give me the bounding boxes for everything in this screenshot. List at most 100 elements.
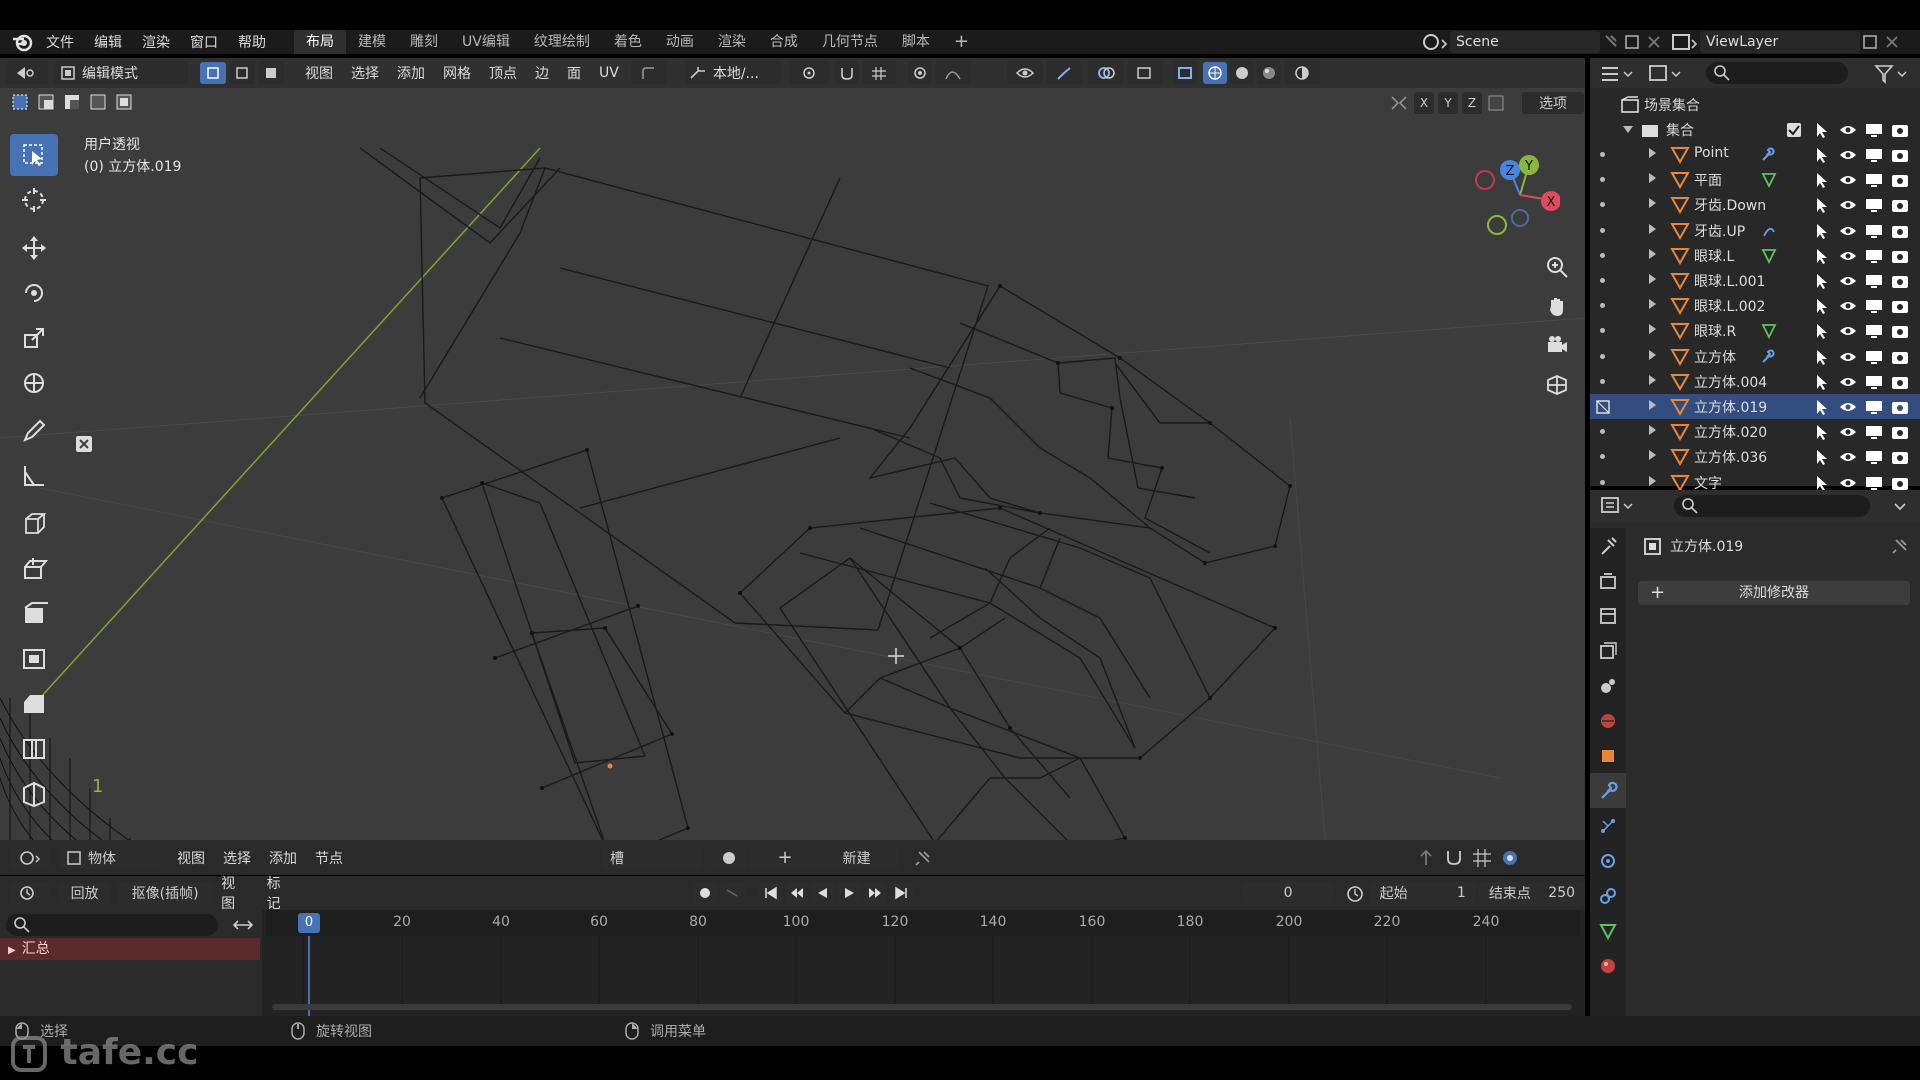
- keying-menu[interactable]: 抠像(插帧): [118, 882, 213, 904]
- menu-vertex[interactable]: 顶点: [480, 63, 526, 83]
- eye-icon[interactable]: [1838, 247, 1858, 265]
- menu-add[interactable]: 添加: [388, 63, 434, 83]
- outliner-object-row[interactable]: Point: [1590, 142, 1920, 167]
- tab-rendering[interactable]: 渲染: [706, 30, 758, 54]
- select-box-tool[interactable]: [10, 134, 58, 176]
- monitor-icon[interactable]: [1864, 272, 1884, 290]
- bevel-tool[interactable]: [10, 683, 58, 725]
- row-dot-icon[interactable]: [1600, 353, 1605, 359]
- expand-triangle-icon[interactable]: [1649, 400, 1656, 410]
- tab-particles[interactable]: [1590, 808, 1626, 843]
- select-toggle-icon[interactable]: [1812, 423, 1832, 441]
- select-toggle-icon[interactable]: [1812, 348, 1832, 366]
- eye-icon[interactable]: [1838, 423, 1858, 441]
- eye-icon[interactable]: [1838, 196, 1858, 214]
- outliner-object-row[interactable]: 平面: [1590, 167, 1920, 192]
- pan-hand-icon[interactable]: [1540, 289, 1574, 323]
- perspective-toggle-icon[interactable]: [1540, 367, 1574, 401]
- camera-icon[interactable]: [1890, 297, 1910, 315]
- pin-icon[interactable]: [1600, 32, 1622, 52]
- eye-icon[interactable]: [1838, 222, 1858, 240]
- select-toggle-icon[interactable]: [1812, 121, 1832, 139]
- channel-search-input[interactable]: [6, 914, 218, 936]
- outliner-editor-type-icon[interactable]: [1598, 62, 1638, 86]
- measure-tool[interactable]: [10, 455, 58, 497]
- menu-file[interactable]: 文件: [36, 32, 84, 52]
- loop-cut-tool[interactable]: [10, 728, 58, 770]
- expand-triangle-icon[interactable]: [1649, 299, 1656, 310]
- monitor-icon[interactable]: [1864, 297, 1884, 315]
- properties-search-input[interactable]: [1674, 495, 1870, 517]
- parent-node-icon[interactable]: [1415, 847, 1437, 869]
- eye-icon[interactable]: [1838, 398, 1858, 416]
- tab-geometry-nodes[interactable]: 几何节点: [810, 30, 890, 54]
- material-shading-button[interactable]: [1256, 62, 1281, 84]
- add-cube-tool[interactable]: [10, 503, 58, 545]
- chevron-down-icon[interactable]: [1890, 496, 1910, 516]
- tab-scripting[interactable]: 脚本: [890, 30, 942, 54]
- tab-tool[interactable]: [1590, 528, 1626, 563]
- select-subtract-icon[interactable]: [62, 92, 84, 112]
- mesh-symmetry-icon[interactable]: [1486, 93, 1508, 113]
- camera-icon[interactable]: [1890, 348, 1910, 366]
- playhead[interactable]: 0: [298, 913, 320, 933]
- menu-mesh[interactable]: 网格: [434, 63, 480, 83]
- tab-material[interactable]: [1590, 948, 1626, 983]
- pivot-point-icon[interactable]: [788, 62, 829, 84]
- eye-icon[interactable]: [1838, 322, 1858, 340]
- transform-tool[interactable]: [10, 362, 58, 404]
- add-modifier-button[interactable]: + 添加修改器: [1638, 581, 1910, 605]
- auto-keying-button[interactable]: [693, 882, 717, 904]
- timeline-area[interactable]: ▶ 汇总 20 40 60 80 100 120 140 160 180 200 …: [0, 910, 1585, 1016]
- tab-shading[interactable]: 着色: [602, 30, 654, 54]
- row-dot-icon[interactable]: [1600, 378, 1605, 384]
- row-dot-icon[interactable]: [1600, 454, 1605, 460]
- select-new-icon[interactable]: [10, 92, 32, 112]
- select-toggle-icon[interactable]: [1812, 222, 1832, 240]
- menu-edge[interactable]: 边: [526, 63, 558, 83]
- 3d-viewport[interactable]: 编辑模式 视图 选择 添加 网格 顶点 边 面 UV 本地/... X Y Z …: [0, 58, 1585, 840]
- knife-tool[interactable]: [10, 773, 58, 815]
- select-toggle-icon[interactable]: [1812, 196, 1832, 214]
- camera-icon[interactable]: [1890, 121, 1910, 139]
- select-extend-icon[interactable]: [36, 92, 58, 112]
- tab-render[interactable]: [1590, 563, 1626, 598]
- outliner-object-row[interactable]: 眼球.L.002: [1590, 293, 1920, 318]
- select-toggle-icon[interactable]: [1812, 474, 1832, 492]
- falloff-icon[interactable]: [934, 62, 971, 84]
- select-toggle-icon[interactable]: [1812, 247, 1832, 265]
- extrude-tool[interactable]: [10, 548, 58, 590]
- monitor-icon[interactable]: [1864, 474, 1884, 492]
- pin-node-icon[interactable]: [913, 848, 935, 868]
- shader-editor-type-icon[interactable]: [10, 846, 50, 869]
- monitor-icon[interactable]: [1864, 247, 1884, 265]
- expand-triangle-icon[interactable]: [1649, 148, 1656, 158]
- outliner-object-row[interactable]: 立方体: [1590, 344, 1920, 369]
- monitor-icon[interactable]: [1864, 196, 1884, 214]
- select-toggle-icon[interactable]: [1812, 297, 1832, 315]
- expand-triangle-icon[interactable]: [1649, 324, 1656, 335]
- monitor-icon[interactable]: [1864, 398, 1884, 416]
- tab-layout[interactable]: 布局: [294, 30, 346, 54]
- keying-set-icon[interactable]: [719, 882, 745, 904]
- camera-icon[interactable]: [1890, 322, 1910, 340]
- xray-toggle-icon[interactable]: [1172, 62, 1197, 84]
- summary-channel[interactable]: ▶ 汇总: [0, 938, 260, 960]
- current-frame-field[interactable]: 0: [1242, 882, 1334, 904]
- solid-shading-button[interactable]: [1229, 62, 1254, 84]
- eye-icon[interactable]: [1838, 171, 1858, 189]
- monitor-icon[interactable]: [1864, 373, 1884, 391]
- camera-icon[interactable]: [1890, 171, 1910, 189]
- camera-icon[interactable]: [1890, 146, 1910, 164]
- wireframe-shading-button[interactable]: [1202, 62, 1227, 84]
- mesh-overlay-icon[interactable]: [1126, 62, 1163, 84]
- close-scene-icon[interactable]: [1644, 32, 1666, 52]
- overlay-toggle-icon[interactable]: [1087, 62, 1124, 84]
- select-intersect-icon[interactable]: [114, 92, 136, 112]
- eye-icon[interactable]: [1838, 448, 1858, 466]
- expand-triangle-icon[interactable]: [1649, 450, 1656, 461]
- properties-editor-type-icon[interactable]: [1598, 494, 1638, 518]
- monitor-icon[interactable]: [1864, 222, 1884, 240]
- viewlayer-field[interactable]: ViewLayer: [1700, 31, 1860, 53]
- collapse-triangle-icon[interactable]: [1623, 126, 1633, 133]
